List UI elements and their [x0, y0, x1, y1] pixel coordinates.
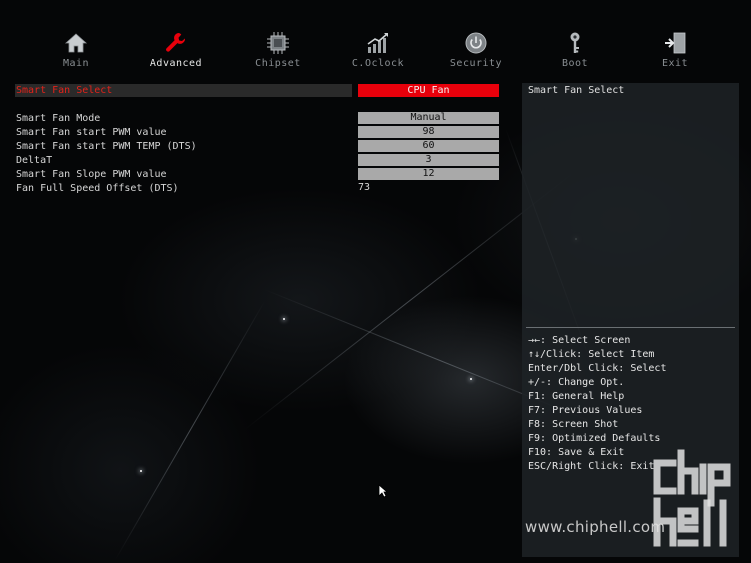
- smart-fan-mode-dropdown[interactable]: Manual: [358, 112, 499, 124]
- tab-boot[interactable]: Boot: [530, 30, 620, 69]
- setting-label-smart-fan-mode: Smart Fan Mode: [16, 113, 101, 124]
- help-title: Smart Fan Select: [528, 85, 625, 96]
- start-pwm-temp-field[interactable]: 60: [358, 140, 499, 152]
- help-key-line: F7: Previous Values: [528, 405, 643, 416]
- mouse-pointer-icon: [378, 484, 388, 498]
- power-shield-icon: [465, 32, 487, 54]
- full-speed-offset-value: 73: [358, 182, 371, 193]
- chiphell-logo-icon: [653, 449, 731, 547]
- help-key-line: +/-: Change Opt.: [528, 377, 625, 388]
- help-key-line: F10: Save & Exit: [528, 447, 625, 458]
- home-icon: [64, 33, 88, 53]
- key-icon: [570, 32, 580, 53]
- star-dot: [470, 378, 472, 380]
- wrench-icon: [166, 33, 186, 52]
- help-key-line: F1: General Help: [528, 391, 625, 402]
- chart-icon: [367, 33, 388, 53]
- top-menu-bar: Main Advanced Chipset C.Oclock Security …: [0, 0, 751, 76]
- help-key-line: ESC/Right Click: Exit: [528, 461, 655, 472]
- tab-main-label: Main: [62, 58, 90, 69]
- help-key-line: F9: Optimized Defaults: [528, 433, 661, 444]
- deltat-field[interactable]: 3: [358, 154, 499, 166]
- setting-label-slope-pwm-value: Smart Fan Slope PWM value: [16, 169, 167, 180]
- tab-advanced[interactable]: Advanced: [131, 30, 221, 69]
- star-dot: [140, 470, 142, 472]
- setting-label-deltat: DeltaT: [16, 155, 53, 166]
- help-key-line: Enter/Dbl Click: Select: [528, 363, 667, 374]
- tab-security-label: Security: [449, 58, 503, 69]
- help-key-line: ↑↓/Click: Select Item: [528, 349, 655, 360]
- help-divider: [526, 327, 735, 328]
- tab-security[interactable]: Security: [431, 30, 521, 69]
- slope-pwm-value-field[interactable]: 12: [358, 168, 499, 180]
- exit-door-icon: [665, 32, 686, 54]
- tab-advanced-label: Advanced: [149, 58, 203, 69]
- help-key-line: F8: Screen Shot: [528, 419, 619, 430]
- chip-icon: [267, 32, 289, 54]
- start-pwm-value-field[interactable]: 98: [358, 126, 499, 138]
- setting-label-smart-fan-select[interactable]: Smart Fan Select: [16, 84, 112, 97]
- tab-chipset[interactable]: Chipset: [233, 30, 323, 69]
- help-key-line: →←: Select Screen: [528, 335, 631, 346]
- watermark-url: www.chiphell.com: [525, 518, 666, 536]
- tab-exit-label: Exit: [661, 58, 689, 69]
- tab-coclock-label: C.Oclock: [351, 58, 405, 69]
- tab-coclock[interactable]: C.Oclock: [333, 30, 423, 69]
- tab-chipset-label: Chipset: [255, 58, 301, 69]
- star-dot: [283, 318, 285, 320]
- setting-label-start-pwm-temp: Smart Fan start PWM TEMP (DTS): [16, 141, 197, 152]
- setting-label-full-speed-offset: Fan Full Speed Offset (DTS): [16, 183, 179, 194]
- tab-exit[interactable]: Exit: [630, 30, 720, 69]
- tab-main[interactable]: Main: [31, 30, 121, 69]
- tab-boot-label: Boot: [561, 58, 589, 69]
- setting-label-start-pwm-value: Smart Fan start PWM value: [16, 127, 167, 138]
- smart-fan-select-dropdown[interactable]: CPU Fan: [358, 84, 499, 97]
